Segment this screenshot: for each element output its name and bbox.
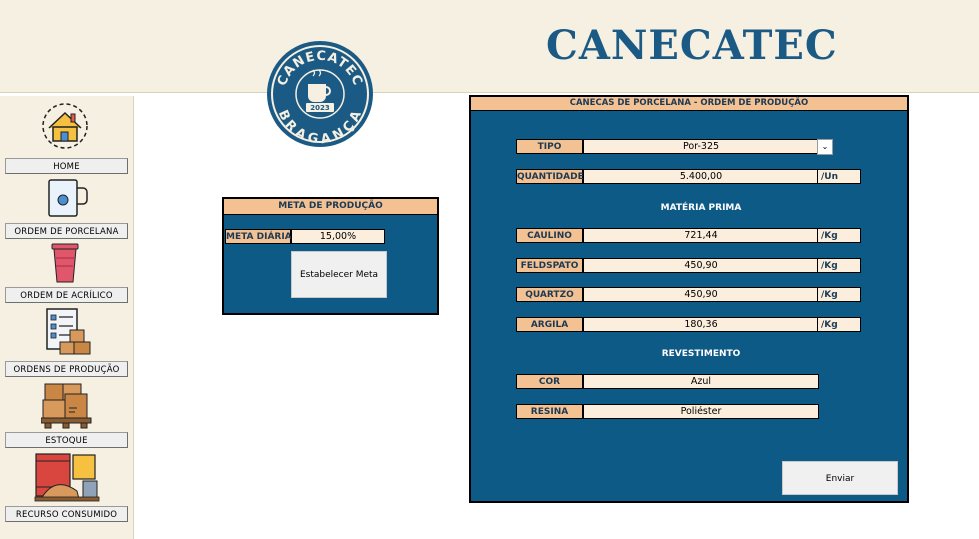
quartzo-field[interactable]: 450,90 [583,287,819,302]
argila-unit: /Kg [817,317,861,332]
caulino-label: CAULINO [516,228,583,243]
chevron-down-icon[interactable]: ⌄ [817,139,833,155]
cor-field[interactable]: Azul [583,374,819,389]
feldspato-label: FELDSPATO [516,258,583,273]
order-panel-title: CANECAS DE PORCELANA - ORDEM DE PRODUÇÃO [471,97,907,111]
meta-panel-title: META DE PRODUÇÃO [224,199,437,215]
cor-label: COR [516,374,583,389]
canecatec-logo: CANECATEC BRAGANÇA 2023 [267,41,373,147]
meta-diaria-field[interactable]: 15,00% [291,229,385,244]
quartzo-unit: /Kg [817,287,861,302]
estabelecer-meta-button[interactable]: Estabelecer Meta [291,251,387,298]
production-orders-icon[interactable] [44,306,96,358]
sidebar-item-ordem-de-acrilico[interactable]: ORDEM DE ACRÍLICO [5,287,128,303]
acrylic-cup-icon[interactable] [50,242,80,284]
caulino-field[interactable]: 721,44 [583,228,819,243]
tipo-label: TIPO [516,139,583,154]
sidebar-item-recurso-consumido[interactable]: RECURSO CONSUMIDO [5,506,128,522]
stock-boxes-icon[interactable] [41,380,93,430]
resina-label: RESINA [516,404,583,419]
revestimento-title: REVESTIMENTO [661,349,741,359]
caulino-unit: /Kg [817,228,861,243]
quantidade-label: QUANTIDADE [516,169,584,184]
consumed-resource-icon[interactable] [33,451,101,503]
header-bar: CANECATEC [0,0,979,93]
logo-year: 2023 [310,104,330,112]
sidebar: HOME ORDEM DE PORCELANA ORDEM DE ACRÍLIC… [0,96,134,539]
quartzo-label: QUARTZO [516,287,583,302]
materia-prima-title: MATÉRIA PRIMA [660,203,742,213]
meta-panel: META DE PRODUÇÃO META DIÁRIA 15,00% Esta… [222,197,439,315]
sidebar-item-ordem-de-porcelana[interactable]: ORDEM DE PORCELANA [5,223,128,239]
porcelain-mug-icon[interactable] [45,178,90,220]
meta-diaria-label: META DIÁRIA [225,229,292,244]
feldspato-field[interactable]: 450,90 [583,258,819,273]
argila-label: ARGILA [516,317,583,332]
sidebar-item-ordens-de-producao[interactable]: ORDENS DE PRODUÇÃO [5,361,128,377]
quantidade-field[interactable]: 5.400,00 [583,169,819,184]
order-panel: CANECAS DE PORCELANA - ORDEM DE PRODUÇÃO… [469,95,909,503]
sidebar-item-estoque[interactable]: ESTOQUE [5,432,128,448]
enviar-button[interactable]: Enviar [782,461,898,495]
sidebar-item-home[interactable]: HOME [5,158,128,174]
resina-field[interactable]: Poliéster [583,404,819,419]
app-title: CANECATEC [546,22,838,69]
quantidade-unit: /Un [817,169,861,184]
argila-field[interactable]: 180,36 [583,317,819,332]
tipo-select[interactable]: Por-325 [583,139,819,154]
feldspato-unit: /Kg [817,258,861,273]
home-icon[interactable] [35,100,95,150]
